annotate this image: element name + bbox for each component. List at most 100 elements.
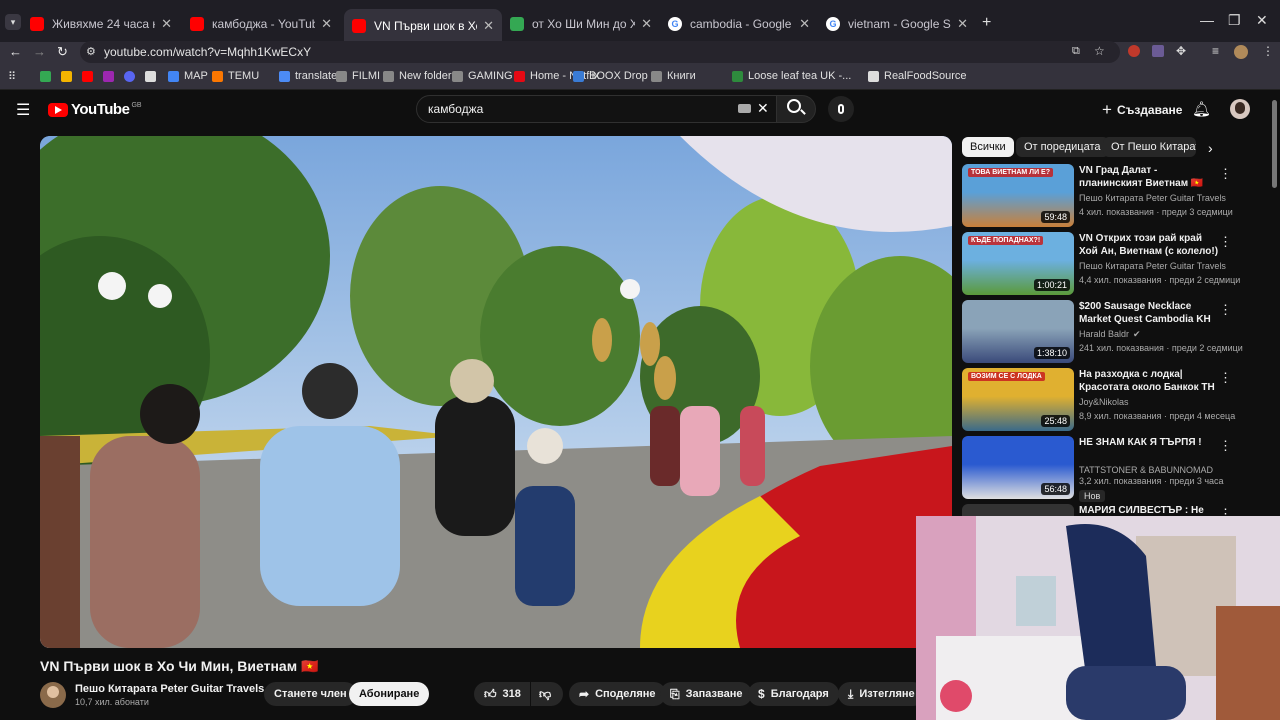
video-thumbnail[interactable]: ТОВА ВИЕТНАМ ЛИ Е? 59:48: [962, 164, 1074, 227]
video-thumbnail[interactable]: 56:48: [962, 436, 1074, 499]
share-button[interactable]: ➦ Споделяне: [569, 682, 666, 706]
extension-icon[interactable]: [1152, 45, 1164, 57]
create-button[interactable]: + Създаване: [1102, 100, 1182, 120]
browser-tab[interactable]: VN Първи шок в Хо Чи Ми ✕: [344, 9, 502, 42]
keyboard-icon[interactable]: [738, 104, 751, 113]
bookmark-icon[interactable]: [40, 71, 51, 82]
tab-title: Живяхме 24 часа на село с та: [52, 17, 155, 31]
bookmark-item[interactable]: BOOX Drop: [573, 70, 648, 82]
recommendation-title[interactable]: На разходка с лодка| Красотата около Бан…: [1079, 368, 1219, 394]
bookmark-item[interactable]: Loose leaf tea UK -...: [732, 70, 851, 82]
tab-search-dropdown[interactable]: ▾: [5, 14, 21, 30]
close-tab-icon[interactable]: ✕: [641, 16, 652, 32]
browser-tab[interactable]: камбоджа - YouTube ✕: [182, 9, 340, 39]
recommendation-item[interactable]: 56:48 НЕ ЗНАМ КАК Я ТЪРПЯ ! TATTSTONER & B…: [962, 436, 1272, 502]
chip-from-channel[interactable]: От Пешо Китарата: [1103, 137, 1196, 157]
dislike-button[interactable]: 👎︎: [531, 682, 563, 706]
recommendation-item[interactable]: КЪДЕ ПОПАДНАХ?! 1:00:21 VN Открих този рай…: [962, 232, 1272, 296]
bookmark-item[interactable]: FILMI: [336, 70, 380, 82]
more-options-icon[interactable]: ⋮: [1219, 302, 1232, 318]
forward-icon[interactable]: →: [33, 44, 46, 59]
recommendation-item[interactable]: ВОЗИМ СЕ С ЛОДКА 25:48 На разходка с лодка…: [962, 368, 1272, 432]
recommendation-channel[interactable]: Пешо Китарата Peter Guitar Travels: [1079, 193, 1226, 203]
channel-name[interactable]: Пешо Китарата Peter Guitar Travels: [75, 683, 264, 695]
bookmark-icon[interactable]: [82, 71, 93, 82]
browser-tab[interactable]: Gcambodia - Google Search ✕: [660, 9, 818, 39]
recommendation-title[interactable]: НЕ ЗНАМ КАК Я ТЪРПЯ !: [1079, 436, 1219, 449]
more-options-icon[interactable]: ⋮: [1219, 166, 1232, 182]
chip-from-series[interactable]: От поредицата: [1016, 137, 1109, 157]
site-info-icon[interactable]: ⚙: [86, 45, 96, 58]
maximize-button[interactable]: ❐: [1228, 12, 1241, 29]
apps-grid-icon[interactable]: ⠿: [8, 70, 16, 83]
video-player[interactable]: [40, 136, 952, 648]
more-options-icon[interactable]: ⋮: [1219, 370, 1232, 386]
bookmark-star-icon[interactable]: ☆: [1094, 44, 1105, 58]
more-options-icon[interactable]: ⋮: [1219, 438, 1232, 454]
back-icon[interactable]: ←: [9, 44, 22, 59]
minimize-button[interactable]: —: [1200, 12, 1214, 28]
account-avatar[interactable]: [1230, 99, 1250, 119]
extension-icon[interactable]: [1128, 45, 1140, 57]
bookmark-item[interactable]: New folder: [383, 70, 452, 82]
save-button[interactable]: ⎘ Запазване: [660, 682, 753, 706]
page-scrollbar[interactable]: [1272, 100, 1277, 188]
media-control-icon[interactable]: ≡: [1212, 44, 1219, 58]
browser-tab[interactable]: Gvietnam - Google Search ✕: [818, 9, 976, 39]
profile-avatar[interactable]: [1234, 45, 1248, 59]
puzzle-icon[interactable]: ✥: [1176, 44, 1186, 58]
browser-menu-icon[interactable]: ⋮: [1262, 44, 1274, 58]
bookmark-item[interactable]: Книги: [651, 70, 696, 82]
recommendation-title[interactable]: VN Открих този рай край Хой Ан, Виетнам …: [1079, 232, 1219, 258]
thanks-button[interactable]: $ Благодаря: [748, 682, 839, 706]
channel-avatar[interactable]: [40, 682, 66, 708]
close-window-button[interactable]: ✕: [1256, 12, 1268, 29]
close-tab-icon[interactable]: ✕: [321, 16, 332, 32]
video-thumbnail[interactable]: 1:38:10: [962, 300, 1074, 363]
bookmark-icon[interactable]: [124, 71, 135, 82]
save-label: Запазване: [685, 688, 743, 700]
download-button[interactable]: ⤓ Изтегляне: [838, 682, 925, 706]
close-tab-icon[interactable]: ✕: [161, 16, 172, 32]
recommendation-item[interactable]: ТОВА ВИЕТНАМ ЛИ Е? 59:48 VN Град Далат - п…: [962, 164, 1272, 228]
join-button[interactable]: Станете член: [264, 682, 357, 706]
notifications-bell-icon[interactable]: 🔔︎: [1192, 100, 1211, 118]
search-input[interactable]: камбоджа: [428, 102, 483, 116]
chips-next-icon[interactable]: ›: [1208, 140, 1213, 156]
close-tab-icon[interactable]: ✕: [483, 18, 494, 34]
bookmark-icon[interactable]: [61, 71, 72, 82]
bookmark-item[interactable]: translate: [279, 70, 337, 82]
search-icon[interactable]: [787, 99, 801, 113]
new-tab-button[interactable]: +: [982, 14, 991, 32]
recommendation-title[interactable]: $200 Sausage Necklace Market Quest Cambo…: [1079, 300, 1219, 326]
recommendation-channel[interactable]: Harald Baldr ✔: [1079, 329, 1141, 340]
close-tab-icon[interactable]: ✕: [799, 16, 810, 32]
close-tab-icon[interactable]: ✕: [957, 16, 968, 32]
bookmark-item[interactable]: RealFoodSource: [868, 70, 967, 82]
bookmark-icon[interactable]: [103, 71, 114, 82]
subscribe-button[interactable]: Абониране: [349, 682, 430, 706]
recommendation-channel[interactable]: Joy&Nikolas: [1079, 397, 1129, 407]
bookmark-icon[interactable]: [145, 71, 156, 82]
recommendation-title[interactable]: VN Град Далат - планинският Виетнам 🇻🇳: [1079, 164, 1219, 190]
bookmark-item[interactable]: MAP: [168, 70, 208, 82]
hamburger-menu-icon[interactable]: ☰: [16, 100, 30, 120]
voice-search-button[interactable]: [828, 96, 854, 122]
clear-search-icon[interactable]: ✕: [757, 100, 769, 117]
youtube-logo[interactable]: YouTube GB: [48, 101, 142, 118]
bookmark-item[interactable]: GAMING: [452, 70, 513, 82]
like-button[interactable]: 👍︎ 318: [474, 682, 530, 706]
video-thumbnail[interactable]: ВОЗИМ СЕ С ЛОДКА 25:48: [962, 368, 1074, 431]
url-text[interactable]: youtube.com/watch?v=Mqhh1KwECxY: [104, 45, 311, 59]
recommendation-item[interactable]: 1:38:10 $200 Sausage Necklace Market Ques…: [962, 300, 1272, 364]
bookmark-item[interactable]: TEMU: [212, 70, 259, 82]
reload-icon[interactable]: ↻: [57, 44, 68, 60]
recommendation-channel[interactable]: Пешо Китарата Peter Guitar Travels: [1079, 261, 1226, 271]
install-app-icon[interactable]: ⧉: [1072, 45, 1080, 58]
video-thumbnail[interactable]: КЪДЕ ПОПАДНАХ?! 1:00:21: [962, 232, 1074, 295]
browser-tab[interactable]: Живяхме 24 часа на село с та ✕: [22, 9, 180, 39]
more-options-icon[interactable]: ⋮: [1219, 234, 1232, 250]
browser-tab[interactable]: от Хо Ши Мин до Ханой, На М ✕: [502, 9, 660, 39]
chip-all[interactable]: Всички: [962, 137, 1014, 157]
recommendation-channel[interactable]: TATTSTONER & BABUNNOMAD: [1079, 465, 1213, 475]
